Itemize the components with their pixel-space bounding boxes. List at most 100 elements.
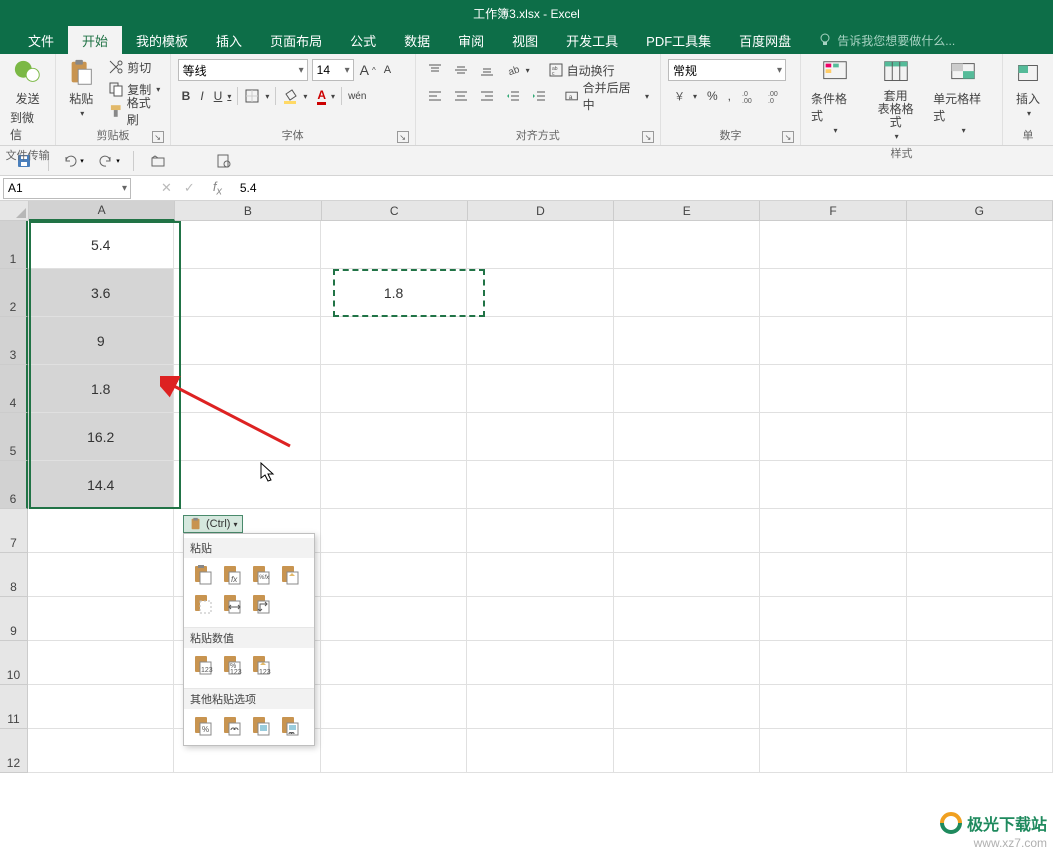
- cell-F1[interactable]: [760, 221, 906, 269]
- cell-F12[interactable]: [760, 729, 906, 773]
- cell-D3[interactable]: [467, 317, 613, 365]
- cell-D1[interactable]: [467, 221, 613, 269]
- paste-values-number-format[interactable]: %123: [219, 652, 245, 678]
- cell-G2[interactable]: [907, 269, 1053, 317]
- send-to-wechat-button[interactable]: 发送 到微信: [4, 56, 51, 145]
- decrease-indent-button[interactable]: [501, 85, 525, 107]
- tab-home[interactable]: 开始: [68, 26, 122, 54]
- fx-icon[interactable]: fx: [213, 179, 222, 198]
- align-top-button[interactable]: [423, 59, 447, 81]
- cell-G11[interactable]: [907, 685, 1053, 729]
- cell-A1[interactable]: 5.4: [28, 221, 174, 269]
- cell-G5[interactable]: [907, 413, 1053, 461]
- cell-styles-button[interactable]: 单元格样式▾: [927, 56, 998, 137]
- paste-option-column-width[interactable]: [219, 591, 245, 617]
- align-bottom-button[interactable]: [475, 59, 499, 81]
- cell-C10[interactable]: [321, 641, 467, 685]
- row-header-8[interactable]: 8: [0, 553, 28, 597]
- name-box[interactable]: A1: [3, 178, 131, 199]
- cell-F6[interactable]: [760, 461, 906, 509]
- cell-A4[interactable]: 1.8: [28, 365, 174, 413]
- cell-G4[interactable]: [907, 365, 1053, 413]
- cell-E9[interactable]: [614, 597, 760, 641]
- cell-E10[interactable]: [614, 641, 760, 685]
- cancel-formula-button[interactable]: ✕: [161, 180, 172, 196]
- cell-C6[interactable]: [321, 461, 467, 509]
- tab-baidu[interactable]: 百度网盘: [725, 26, 805, 54]
- cell-A8[interactable]: [28, 553, 174, 597]
- conditional-format-button[interactable]: 条件格式▾: [805, 56, 864, 137]
- orientation-button[interactable]: ab▾: [501, 59, 534, 81]
- row-header-2[interactable]: 2: [0, 269, 28, 317]
- cell-B2[interactable]: [174, 269, 320, 317]
- cell-C11[interactable]: [321, 685, 467, 729]
- font-launcher[interactable]: ↘: [397, 131, 409, 143]
- cell-F4[interactable]: [760, 365, 906, 413]
- redo-button[interactable]: ▾: [97, 149, 121, 173]
- tab-insert[interactable]: 插入: [202, 26, 256, 54]
- col-header-D[interactable]: D: [468, 201, 614, 221]
- cell-C5[interactable]: [321, 413, 467, 461]
- formula-input[interactable]: 5.4: [228, 181, 1053, 195]
- cell-C7[interactable]: [321, 509, 467, 553]
- cell-C3[interactable]: [321, 317, 467, 365]
- cell-A6[interactable]: 14.4: [28, 461, 174, 509]
- cell-A3[interactable]: 9: [28, 317, 174, 365]
- paste-option-keep-source[interactable]: [277, 562, 303, 588]
- col-header-C[interactable]: C: [322, 201, 468, 221]
- select-all-corner[interactable]: [0, 201, 29, 221]
- font-color-button[interactable]: A▾: [313, 85, 339, 107]
- cell-B6[interactable]: [174, 461, 320, 509]
- cell-A12[interactable]: [28, 729, 174, 773]
- row-header-12[interactable]: 12: [0, 729, 28, 773]
- align-launcher[interactable]: ↘: [642, 131, 654, 143]
- cell-A5[interactable]: 16.2: [28, 413, 174, 461]
- cell-G9[interactable]: [907, 597, 1053, 641]
- cell-D7[interactable]: [467, 509, 613, 553]
- cell-E4[interactable]: [614, 365, 760, 413]
- tab-layout[interactable]: 页面布局: [256, 26, 336, 54]
- paste-option-formulas-format[interactable]: %fx: [248, 562, 274, 588]
- paste-option-normal[interactable]: [190, 562, 216, 588]
- paste-option-formulas[interactable]: fx: [219, 562, 245, 588]
- accounting-button[interactable]: ￥▾: [668, 85, 701, 107]
- cell-D6[interactable]: [467, 461, 613, 509]
- cut-button[interactable]: 剪切: [104, 56, 165, 78]
- font-size-combo[interactable]: 14: [312, 59, 354, 81]
- cell-A7[interactable]: [28, 509, 174, 553]
- borders-button[interactable]: ▾: [240, 85, 273, 107]
- percent-button[interactable]: %: [703, 85, 722, 107]
- cell-C9[interactable]: [321, 597, 467, 641]
- cell-E11[interactable]: [614, 685, 760, 729]
- insert-cells-button[interactable]: 插入▾: [1007, 56, 1049, 120]
- cell-D8[interactable]: [467, 553, 613, 597]
- row-header-5[interactable]: 5: [0, 413, 28, 461]
- cell-E5[interactable]: [614, 413, 760, 461]
- increase-decimal-button[interactable]: .0.00: [737, 85, 761, 107]
- cell-E8[interactable]: [614, 553, 760, 597]
- cell-G6[interactable]: [907, 461, 1053, 509]
- confirm-formula-button[interactable]: ✓: [184, 180, 195, 196]
- cell-D5[interactable]: [467, 413, 613, 461]
- cell-E1[interactable]: [614, 221, 760, 269]
- paste-options-smarttag[interactable]: (Ctrl) ▾: [183, 515, 243, 533]
- cell-G12[interactable]: [907, 729, 1053, 773]
- font-name-combo[interactable]: 等线: [178, 59, 308, 81]
- paste-link[interactable]: [219, 713, 245, 739]
- tab-file[interactable]: 文件: [14, 26, 68, 54]
- cell-F10[interactable]: [760, 641, 906, 685]
- row-header-9[interactable]: 9: [0, 597, 28, 641]
- cell-G3[interactable]: [907, 317, 1053, 365]
- decrease-font-button[interactable]: A: [382, 59, 393, 81]
- cell-E6[interactable]: [614, 461, 760, 509]
- cell-G8[interactable]: [907, 553, 1053, 597]
- fill-color-button[interactable]: ▾: [278, 85, 311, 107]
- cell-G1[interactable]: [907, 221, 1053, 269]
- italic-button[interactable]: I: [196, 85, 207, 107]
- row-header-1[interactable]: 1: [0, 221, 28, 269]
- qat-preview-button[interactable]: [212, 149, 236, 173]
- align-left-button[interactable]: [423, 85, 447, 107]
- align-right-button[interactable]: [475, 85, 499, 107]
- number-launcher[interactable]: ↘: [782, 131, 794, 143]
- decrease-decimal-button[interactable]: .00.0: [763, 85, 787, 107]
